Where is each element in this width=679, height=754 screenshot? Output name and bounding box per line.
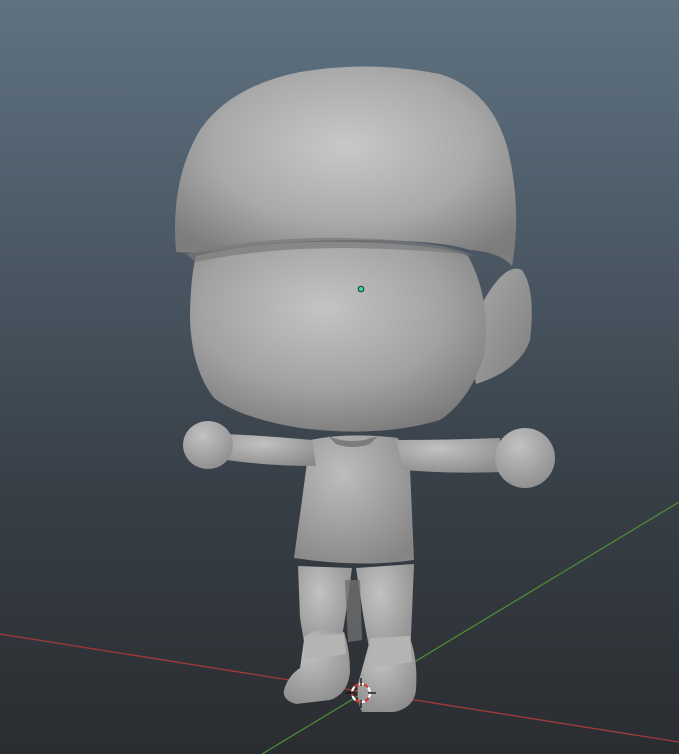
right-arm	[396, 438, 502, 473]
3d-viewport[interactable]	[0, 0, 679, 754]
character-model[interactable]	[175, 66, 555, 712]
object-origin-dot[interactable]	[357, 285, 365, 293]
left-arm	[226, 434, 316, 466]
crotch-shadow	[345, 580, 362, 642]
left-hand	[183, 421, 233, 469]
hair	[175, 66, 517, 266]
right-hand	[495, 428, 555, 488]
face	[190, 241, 486, 432]
viewport-canvas[interactable]	[0, 0, 679, 754]
